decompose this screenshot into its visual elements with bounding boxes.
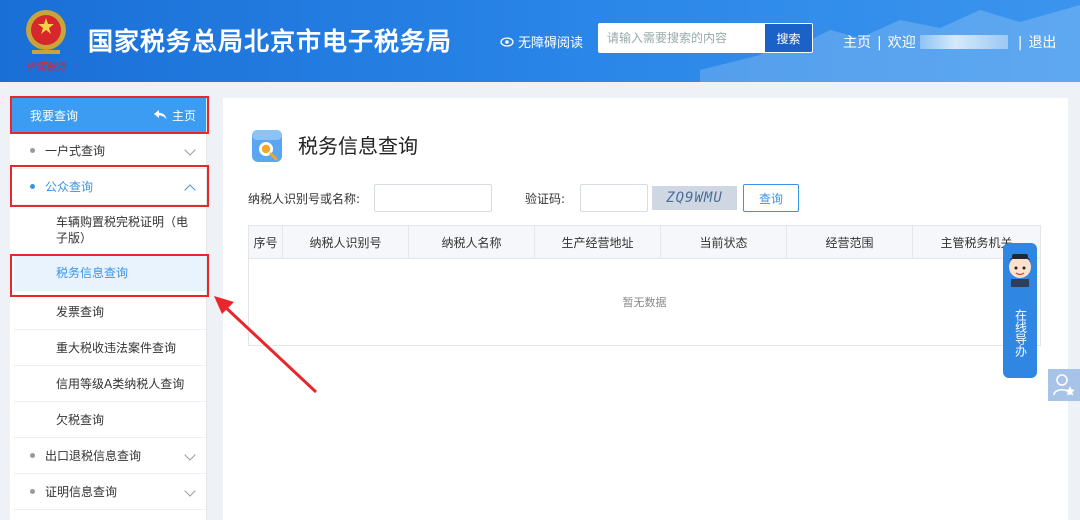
sidebar-title: 我要查询	[30, 108, 79, 123]
user-favorite-icon[interactable]	[1048, 369, 1080, 401]
chevron-up-icon	[184, 184, 196, 196]
accessibility-label: 无障碍阅读	[518, 36, 584, 51]
sidebar-sub-major-violation-query[interactable]: 重大税收违法案件查询	[14, 330, 206, 366]
home-link[interactable]: 主页	[843, 32, 871, 52]
sidebar-item-label: 出口退税信息查询	[45, 449, 142, 463]
taxpayer-id-label: 纳税人识别号或名称:	[248, 192, 361, 206]
search-document-icon	[252, 130, 282, 162]
bullet-icon	[30, 489, 35, 494]
sidebar-home-link[interactable]: 主页	[153, 107, 196, 124]
sidebar-sub-vehicle-tax-cert[interactable]: 车辆购置税完税证明（电子版）	[14, 205, 206, 255]
column-header: 序号	[249, 226, 283, 259]
sidebar-item-household-query[interactable]: 一户式查询	[14, 133, 206, 169]
column-header: 当前状态	[661, 226, 787, 259]
search-input[interactable]	[598, 23, 764, 53]
chevron-down-icon	[184, 449, 196, 461]
emblem-caption: 中国税务	[26, 61, 67, 73]
divider: |	[877, 35, 882, 51]
site-title: 国家税务总局北京市电子税务局	[88, 27, 453, 56]
divider: |	[1017, 35, 1023, 51]
column-header: 纳税人名称	[409, 226, 535, 259]
captcha-label: 验证码:	[525, 192, 566, 206]
online-guide-label: 在线导办	[1013, 309, 1028, 357]
customer-service-avatar-icon	[1009, 254, 1031, 287]
top-header: 中国税务 国家税务总局北京市电子税务局 无障碍阅读 搜索 主页 | 欢迎 | 退出	[0, 0, 1080, 82]
results-table: 序号 纳税人识别号 纳税人名称 生产经营地址 当前状态 经营范围 主管税务机关 …	[248, 225, 1041, 346]
return-arrow-icon	[153, 110, 167, 120]
query-button[interactable]: 查询	[743, 184, 799, 212]
sidebar-header: 我要查询 主页	[12, 98, 206, 132]
search-button[interactable]: 搜索	[764, 23, 813, 53]
bullet-icon	[30, 148, 35, 153]
bullet-icon	[30, 184, 35, 189]
captcha-input[interactable]	[580, 184, 648, 212]
taxpayer-id-input[interactable]	[374, 184, 492, 212]
online-guide-widget[interactable]: 在线导办	[1003, 243, 1037, 378]
sidebar-item-public-query[interactable]: 公众查询	[14, 169, 206, 205]
chevron-down-icon	[184, 485, 196, 497]
sidebar-sub-invoice-query[interactable]: 发票查询	[14, 294, 206, 330]
sidebar-sub-tax-info-query[interactable]: 税务信息查询	[14, 255, 206, 291]
sidebar-item-label: 公众查询	[45, 180, 94, 194]
sidebar-item-label: 证明信息查询	[45, 485, 118, 499]
bullet-icon	[30, 453, 35, 458]
column-header: 纳税人识别号	[283, 226, 409, 259]
column-header: 生产经营地址	[535, 226, 661, 259]
chevron-down-icon	[184, 144, 196, 156]
user-star-icon	[1053, 374, 1075, 396]
sidebar: 我要查询 主页 一户式查询 公众查询 车辆购置税完税证明（电子版） 税务信息查询…	[10, 96, 207, 520]
column-header: 经营范围	[787, 226, 913, 259]
welcome-text: 欢迎	[887, 35, 916, 51]
sidebar-home-label: 主页	[171, 108, 196, 123]
top-nav-links: 主页 | 欢迎 | 退出	[843, 32, 1056, 52]
sidebar-item-label: 一户式查询	[45, 144, 106, 158]
table-header: 序号 纳税人识别号 纳税人名称 生产经营地址 当前状态 经营范围 主管税务机关	[249, 226, 1040, 259]
accessibility-link[interactable]: 无障碍阅读	[500, 32, 583, 51]
logout-link[interactable]: 退出	[1028, 32, 1056, 52]
sidebar-item-certificate-query[interactable]: 证明信息查询	[14, 474, 206, 510]
eye-icon	[500, 36, 514, 47]
main-panel: 税务信息查询 纳税人识别号或名称: 验证码: ZQ9WMU 查询 序号 纳税人识…	[223, 98, 1068, 520]
username-masked	[919, 35, 1008, 49]
sidebar-sub-tax-arrears-query[interactable]: 欠税查询	[14, 402, 206, 438]
page-title: 税务信息查询	[298, 134, 418, 158]
sidebar-item-export-refund-query[interactable]: 出口退税信息查询	[14, 438, 206, 474]
tax-emblem-logo: 中国税务	[26, 10, 67, 73]
captcha-image[interactable]: ZQ9WMU	[652, 186, 737, 210]
sidebar-sub-credit-a-query[interactable]: 信用等级A类纳税人查询	[14, 366, 206, 402]
empty-state-text: 暂无数据	[622, 296, 667, 309]
